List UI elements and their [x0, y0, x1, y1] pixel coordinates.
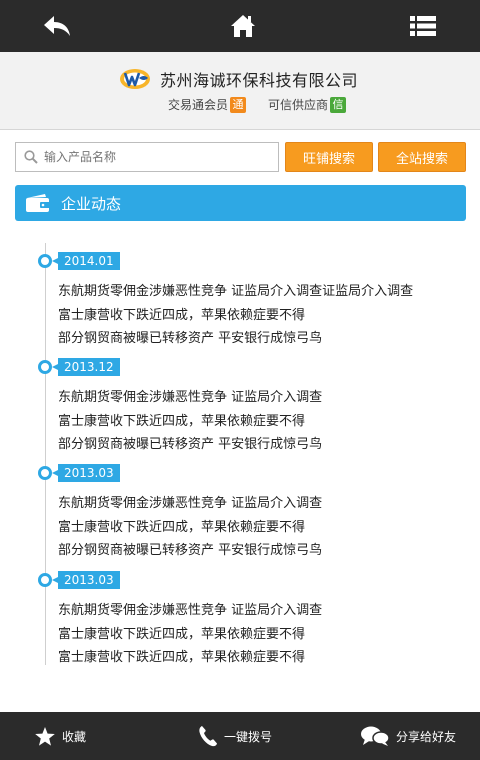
timeline-date: 2013.03 [52, 571, 120, 589]
bottom-action-bar: 收藏 一键拨号 分享给好友 [0, 712, 480, 760]
list-menu-button[interactable] [388, 0, 458, 52]
top-navigation-bar [0, 0, 480, 52]
favorite-button[interactable]: 收藏 [34, 712, 86, 760]
news-item-link[interactable]: 富士康营收下跌近四成，苹果依赖症要不得 [58, 410, 305, 429]
site-search-button[interactable]: 全站搜索 [378, 142, 466, 172]
chat-bubble-icon [361, 726, 390, 746]
home-icon [231, 15, 255, 37]
timeline-date: 2013.12 [52, 358, 120, 376]
section-header: 企业动态 [15, 185, 466, 221]
back-arrow-icon [44, 16, 70, 36]
timeline-line [45, 243, 46, 665]
back-button[interactable] [22, 0, 92, 52]
news-item-link[interactable]: 富士康营收下跌近四成，苹果依赖症要不得 [58, 516, 305, 535]
share-button[interactable]: 分享给好友 [360, 712, 456, 760]
call-button[interactable]: 一键拨号 [198, 712, 272, 760]
timeline-date: 2013.03 [52, 464, 120, 482]
call-label: 一键拨号 [224, 729, 273, 744]
timeline-dot [38, 254, 52, 268]
company-header: 苏州海诚环保科技有限公司 交易通会员 通 可信供应商 信 [0, 52, 480, 130]
search-row: 旺铺搜索 全站搜索 [15, 142, 466, 172]
news-item-link[interactable]: 部分钢贸商被曝已转移资产 平安银行成惊弓鸟 [58, 327, 322, 346]
news-item-link[interactable]: 东航期货零佣金涉嫌恶性竞争 证监局介入调查 [58, 386, 322, 405]
company-logo [120, 69, 150, 89]
search-box[interactable] [15, 142, 279, 172]
timeline-dot [38, 466, 52, 480]
search-input[interactable] [44, 150, 264, 164]
news-item-link[interactable]: 富士康营收下跌近四成，苹果依赖症要不得 [58, 304, 305, 323]
member-badge: 通 [230, 96, 247, 113]
timeline-dot [38, 573, 52, 587]
company-name: 苏州海诚环保科技有限公司 [160, 71, 359, 90]
news-item-link[interactable]: 东航期货零佣金涉嫌恶性竞争 证监局介入调查 [58, 492, 322, 511]
section-title: 企业动态 [61, 194, 122, 213]
star-icon [35, 726, 55, 746]
news-item-link[interactable]: 东航期货零佣金涉嫌恶性竞争 证监局介入调查 [58, 599, 322, 618]
news-item-link[interactable]: 富士康营收下跌近四成，苹果依赖症要不得 [58, 646, 305, 665]
supplier-label: 可信供应商 [268, 98, 329, 112]
supplier-badge: 信 [330, 96, 347, 113]
timeline-date: 2014.01 [52, 252, 120, 270]
news-item-link[interactable]: 部分钢贸商被曝已转移资产 平安银行成惊弓鸟 [58, 539, 322, 558]
timeline-dot [38, 360, 52, 374]
phone-icon [199, 726, 217, 747]
favorite-label: 收藏 [62, 729, 87, 744]
share-label: 分享给好友 [396, 729, 457, 744]
news-item-link[interactable]: 部分钢贸商被曝已转移资产 平安银行成惊弓鸟 [58, 433, 322, 452]
news-item-link[interactable]: 东航期货零佣金涉嫌恶性竞争 证监局介入调查证监局介入调查 [58, 280, 413, 299]
list-menu-icon [410, 16, 436, 36]
search-icon [24, 150, 38, 164]
member-label: 交易通会员 [168, 98, 229, 112]
wallet-icon [26, 194, 50, 212]
home-button[interactable] [208, 0, 278, 52]
news-item-link[interactable]: 富士康营收下跌近四成，苹果依赖症要不得 [58, 623, 305, 642]
shop-search-button[interactable]: 旺铺搜索 [285, 142, 373, 172]
